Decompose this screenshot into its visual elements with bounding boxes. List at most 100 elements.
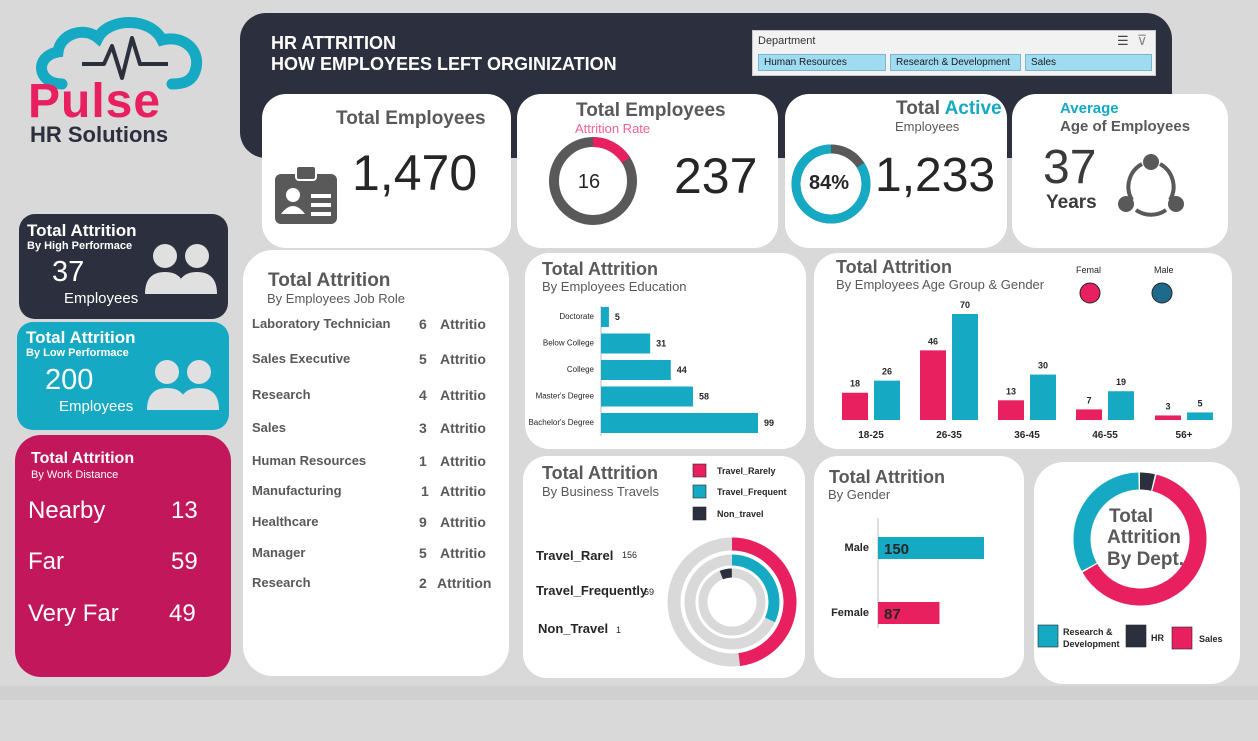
bar [998,400,1024,420]
bar [601,413,758,433]
category-label: Doctorate [559,312,594,321]
clear-filter-icon[interactable]: ⊽ [1137,32,1147,49]
card-unit: Employees [59,398,134,415]
data-label: 58 [699,392,709,402]
kpi-title-accent: Active [944,98,1002,119]
work-distance-card: Total Attrition By Work Distance Nearby … [15,435,231,677]
job-role-unit: Attritio [440,453,486,469]
slicer-item-human-resources[interactable]: Human Resources [758,54,886,71]
data-label: 30 [1038,361,1048,371]
data-label: 13 [1006,386,1016,396]
card-title: Total Attrition [31,450,135,467]
bar [601,307,609,327]
header-title: HR ATTRITION [271,33,396,53]
attrition-rate-value: 16 [577,171,601,193]
legend-swatch [692,463,707,478]
slicer-item-sales[interactable]: Sales [1025,54,1152,71]
job-role-label: Research [252,575,311,590]
bar [1076,409,1102,420]
card-unit: Employees [64,290,139,307]
job-role-count: 9 [419,514,427,530]
ring-segment [731,554,780,623]
category-label: Male [845,542,869,554]
kpi-title: Total Active [896,98,1002,120]
data-label: 5 [615,312,620,322]
job-role-unit: Attritio [440,387,486,403]
job-role-label: Research [252,387,311,402]
bar [601,386,693,407]
job-role-unit: Attritio [440,420,486,436]
kpi-active-card: Total Active Employees 84% 1,233 [785,94,1007,248]
legend-label: HR [1151,633,1164,643]
low-performance-card: Total Attrition By Low Performace 200 Em… [17,322,229,430]
category-label: 56+ [1176,430,1193,441]
job-role-label: Manager [252,545,306,560]
legend-swatch [1037,624,1059,648]
data-label: 3 [1165,401,1170,411]
job-role-unit: Attritio [440,514,486,530]
people-icon [147,360,219,410]
distance-label: Far [28,548,64,575]
high-performance-card: Total Attrition By High Performace 37 Em… [19,214,228,319]
card-value: 200 [45,364,94,396]
data-label: 99 [764,418,774,428]
legend-swatch [1079,282,1101,304]
data-label: 46 [928,336,938,346]
kpi-label: Age of Employees [1060,118,1191,135]
category-label: Bachelor's Degree [528,418,594,427]
active-rate-value: 84% [809,172,850,194]
legend-swatch [692,506,707,521]
kpi-value: 237 [674,148,758,204]
legend-label: Sales [1199,634,1223,644]
category-label: Below College [543,339,595,348]
data-label: 19 [1116,377,1126,387]
distance-value: 13 [171,497,198,524]
card-subtitle: By High Performace [27,240,133,252]
bar [601,333,651,354]
sheet-grid-strip [0,686,1258,700]
legend-swatch [1151,282,1173,304]
category-label: 26-35 [936,430,962,441]
department-donut-chart: Research & Development HR Sales [1037,472,1223,650]
donut-segment [1139,472,1155,491]
job-role-unit: Attritio [440,316,486,332]
donut-center-text: Total [1109,506,1153,527]
age-gender-bar-chart: Femal Male 18 26 18-25 46 70 26-35 13 30 36-45 7 19 4… [842,265,1213,441]
card-title: Total Attrition [268,270,391,291]
logo-tagline: HR Solutions [30,122,169,147]
legend-swatch [692,484,707,499]
card-subtitle: By Employees Education [542,279,687,294]
category-label: Master's Degree [536,392,595,401]
data-label: 70 [960,300,970,310]
donut-center-text: Attrition [1107,527,1181,548]
age-gender-card: Total Attrition By Employees Age Group &… [814,253,1232,449]
category-label: 36-45 [1014,430,1040,441]
job-role-count: 6 [419,316,427,332]
education-card: Total Attrition By Employees Education D… [525,253,806,449]
kpi-label-accent: Average [1060,100,1119,117]
job-role-unit: Attritio [440,483,486,499]
job-role-label: Sales [252,420,286,435]
ring-track [698,568,766,636]
kpi-subtitle: Employees [895,119,960,134]
people-network-icon [1118,154,1184,217]
bar [952,314,978,420]
bar [1030,374,1056,420]
category-label: 18-25 [858,430,884,441]
people-icon [145,244,217,294]
legend-label: Travel_Rarely [717,466,776,476]
multi-select-icon[interactable]: ☰ [1117,33,1129,49]
gender-card: Total Attrition By Gender Male 150 Female 8… [814,456,1024,678]
legend-label: Travel_Frequent [717,487,787,497]
category-label: College [567,365,595,374]
job-role-count: 1 [419,453,427,469]
card-title: Total Attrition [542,259,658,279]
job-role-count: 2 [419,575,427,591]
job-role-card: Total Attrition By Employees Job Role La… [243,250,509,676]
job-role-count: 1 [421,483,429,499]
slicer-item-research-development[interactable]: Research & Development [890,54,1021,71]
job-role-count: 5 [419,545,427,561]
job-role-label: Sales Executive [252,351,351,366]
department-slicer[interactable]: Department ☰ ⊽ Human Resources Research … [752,30,1156,76]
slicer-title: Department [758,35,816,47]
